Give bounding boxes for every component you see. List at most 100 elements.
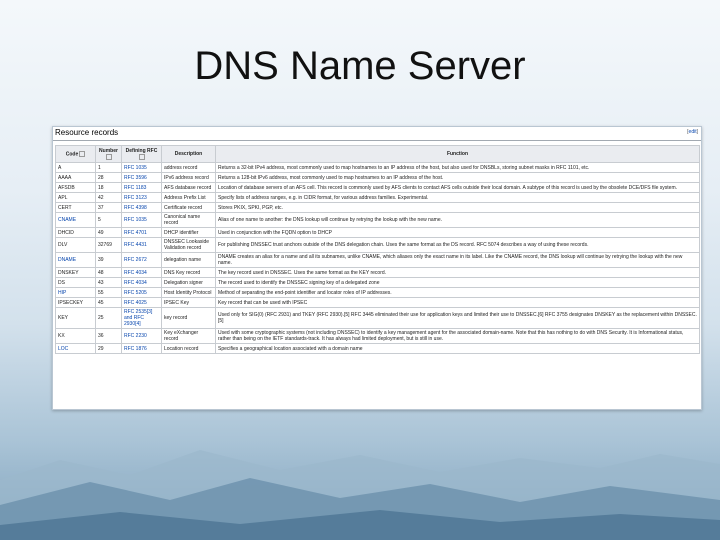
- record-number: 28: [95, 172, 122, 183]
- record-code: APL: [55, 192, 96, 203]
- record-code: IPSECKEY: [55, 297, 96, 308]
- resource-records-panel: Resource records [edit] Code Number Defi…: [52, 126, 702, 410]
- table-row: DNSKEY 48 RFC 4034 DNS Key record The key re…: [55, 267, 700, 278]
- record-code: CERT: [55, 202, 96, 213]
- record-number: 32769: [95, 237, 122, 253]
- record-rfc-link[interactable]: RFC 1183: [121, 182, 162, 193]
- record-number: 48: [95, 267, 122, 278]
- record-function: Location of database servers of an AFS c…: [215, 182, 700, 193]
- table-row: KEY 25 RFC 2535[3] and RFC 2930[4] key reco…: [55, 307, 700, 329]
- panel-header: Resource records [edit]: [53, 127, 701, 141]
- table-row: A 1 RFC 1035 address record Returns a 32-bit…: [55, 162, 700, 173]
- record-description: Host Identity Protocol: [161, 287, 216, 298]
- sort-icon[interactable]: [106, 153, 112, 160]
- record-description: DHCP identifier: [161, 227, 216, 238]
- record-number: 18: [95, 182, 122, 193]
- record-code: AAAA: [55, 172, 96, 183]
- record-function: Method of separating the end-point ident…: [215, 287, 700, 298]
- record-rfc-link[interactable]: RFC 4431: [121, 237, 162, 253]
- mountain-background: [0, 450, 720, 540]
- table-header-row: Code Number Defining RFC Description Fun…: [55, 145, 700, 163]
- record-rfc-link[interactable]: RFC 3596: [121, 172, 162, 183]
- record-description: Address Prefix List: [161, 192, 216, 203]
- record-rfc-link[interactable]: RFC 5205: [121, 287, 162, 298]
- record-description: Certificate record: [161, 202, 216, 213]
- record-function: Returns a 128-bit IPv6 address, most com…: [215, 172, 700, 183]
- table-row: DNAME 39 RFC 2672 delegation name DNAME crea…: [55, 252, 700, 268]
- record-rfc-link[interactable]: RFC 2535[3] and RFC 2930[4]: [121, 307, 162, 329]
- record-description: DNSSEC Lookaside Validation record: [161, 237, 216, 253]
- record-function: For publishing DNSSEC trust anchors outs…: [215, 237, 700, 253]
- col-header-function: Function: [215, 145, 700, 163]
- record-description: address record: [161, 162, 216, 173]
- table-row: IPSECKEY 45 RFC 4025 IPSEC Key Key record th…: [55, 297, 700, 308]
- record-function: Returns a 32-bit IPv4 address, most comm…: [215, 162, 700, 173]
- record-rfc-link[interactable]: RFC 1035: [121, 162, 162, 173]
- record-description: Delegation signer: [161, 277, 216, 288]
- record-rfc-link[interactable]: RFC 1876: [121, 343, 162, 354]
- col-header-code[interactable]: Code: [55, 145, 96, 163]
- panel-heading: Resource records: [55, 128, 119, 137]
- record-rfc-link[interactable]: RFC 4034: [121, 277, 162, 288]
- record-code: AFSDB: [55, 182, 96, 193]
- record-function: Specifies a geographical location associ…: [215, 343, 700, 354]
- table-row: DHCID 49 RFC 4701 DHCP identifier Used in co…: [55, 227, 700, 238]
- record-number: 43: [95, 277, 122, 288]
- record-code[interactable]: LOC: [55, 343, 96, 354]
- record-code: A: [55, 162, 96, 173]
- record-function: Alias of one name to another: the DNS lo…: [215, 212, 700, 228]
- table-row: CERT 37 RFC 4398 Certificate record Stores P…: [55, 202, 700, 213]
- record-description: Key eXchanger record: [161, 328, 216, 344]
- record-description: Location record: [161, 343, 216, 354]
- table-row: DLV 32769 RFC 4431 DNSSEC Lookaside Validat…: [55, 237, 700, 253]
- record-code: KEY: [55, 307, 96, 329]
- col-header-rfc[interactable]: Defining RFC: [121, 145, 162, 163]
- record-rfc-link[interactable]: RFC 3123: [121, 192, 162, 203]
- record-code[interactable]: DNAME: [55, 252, 96, 268]
- record-number: 1: [95, 162, 122, 173]
- record-rfc-link[interactable]: RFC 4398: [121, 202, 162, 213]
- record-function: The record used to identify the DNSSEC s…: [215, 277, 700, 288]
- record-description: IPv6 address record: [161, 172, 216, 183]
- record-rfc-link[interactable]: RFC 4034: [121, 267, 162, 278]
- table-row: DS 43 RFC 4034 Delegation signer The record …: [55, 277, 700, 288]
- record-function: Used only for SIG(0) (RFC 2931) and TKEY…: [215, 307, 700, 329]
- col-header-description: Description: [161, 145, 216, 163]
- record-number: 45: [95, 297, 122, 308]
- record-rfc-link[interactable]: RFC 1035: [121, 212, 162, 228]
- record-description: DNS Key record: [161, 267, 216, 278]
- record-function: Used in conjunction with the FQDN option…: [215, 227, 700, 238]
- record-function: Key record that can be used with IPSEC: [215, 297, 700, 308]
- record-rfc-link[interactable]: RFC 4701: [121, 227, 162, 238]
- sort-icon[interactable]: [79, 150, 86, 157]
- record-code: KX: [55, 328, 96, 344]
- edit-link[interactable]: [edit]: [687, 129, 698, 135]
- record-number: 49: [95, 227, 122, 238]
- record-rfc-link[interactable]: RFC 2230: [121, 328, 162, 344]
- table-row: LOC 29 RFC 1876 Location record Specifies a …: [55, 343, 700, 354]
- record-rfc-link[interactable]: RFC 2672: [121, 252, 162, 268]
- record-code: DS: [55, 277, 96, 288]
- slide-title: DNS Name Server: [194, 44, 526, 88]
- record-rfc-link[interactable]: RFC 4025: [121, 297, 162, 308]
- record-description: AFS database record: [161, 182, 216, 193]
- table-row: APL 42 RFC 3123 Address Prefix List Specify …: [55, 192, 700, 203]
- record-number: 25: [95, 307, 122, 329]
- table-row: HIP 55 RFC 5205 Host Identity Protocol Metho…: [55, 287, 700, 298]
- col-header-number[interactable]: Number: [95, 145, 122, 163]
- table-row: CNAME 5 RFC 1035 Canonical name record Alias…: [55, 212, 700, 228]
- record-number: 37: [95, 202, 122, 213]
- record-code[interactable]: CNAME: [55, 212, 96, 228]
- record-code[interactable]: HIP: [55, 287, 96, 298]
- record-number: 5: [95, 212, 122, 228]
- record-function: Used with some cryptographic systems (no…: [215, 328, 700, 344]
- resource-records-table: Code Number Defining RFC Description Fun…: [55, 145, 700, 354]
- record-number: 42: [95, 192, 122, 203]
- sort-icon[interactable]: [139, 153, 145, 160]
- record-number: 36: [95, 328, 122, 344]
- record-code: DLV: [55, 237, 96, 253]
- record-function: Specify lists of address ranges, e.g. in…: [215, 192, 700, 203]
- record-code: DHCID: [55, 227, 96, 238]
- record-number: 39: [95, 252, 122, 268]
- record-description: key record: [161, 307, 216, 329]
